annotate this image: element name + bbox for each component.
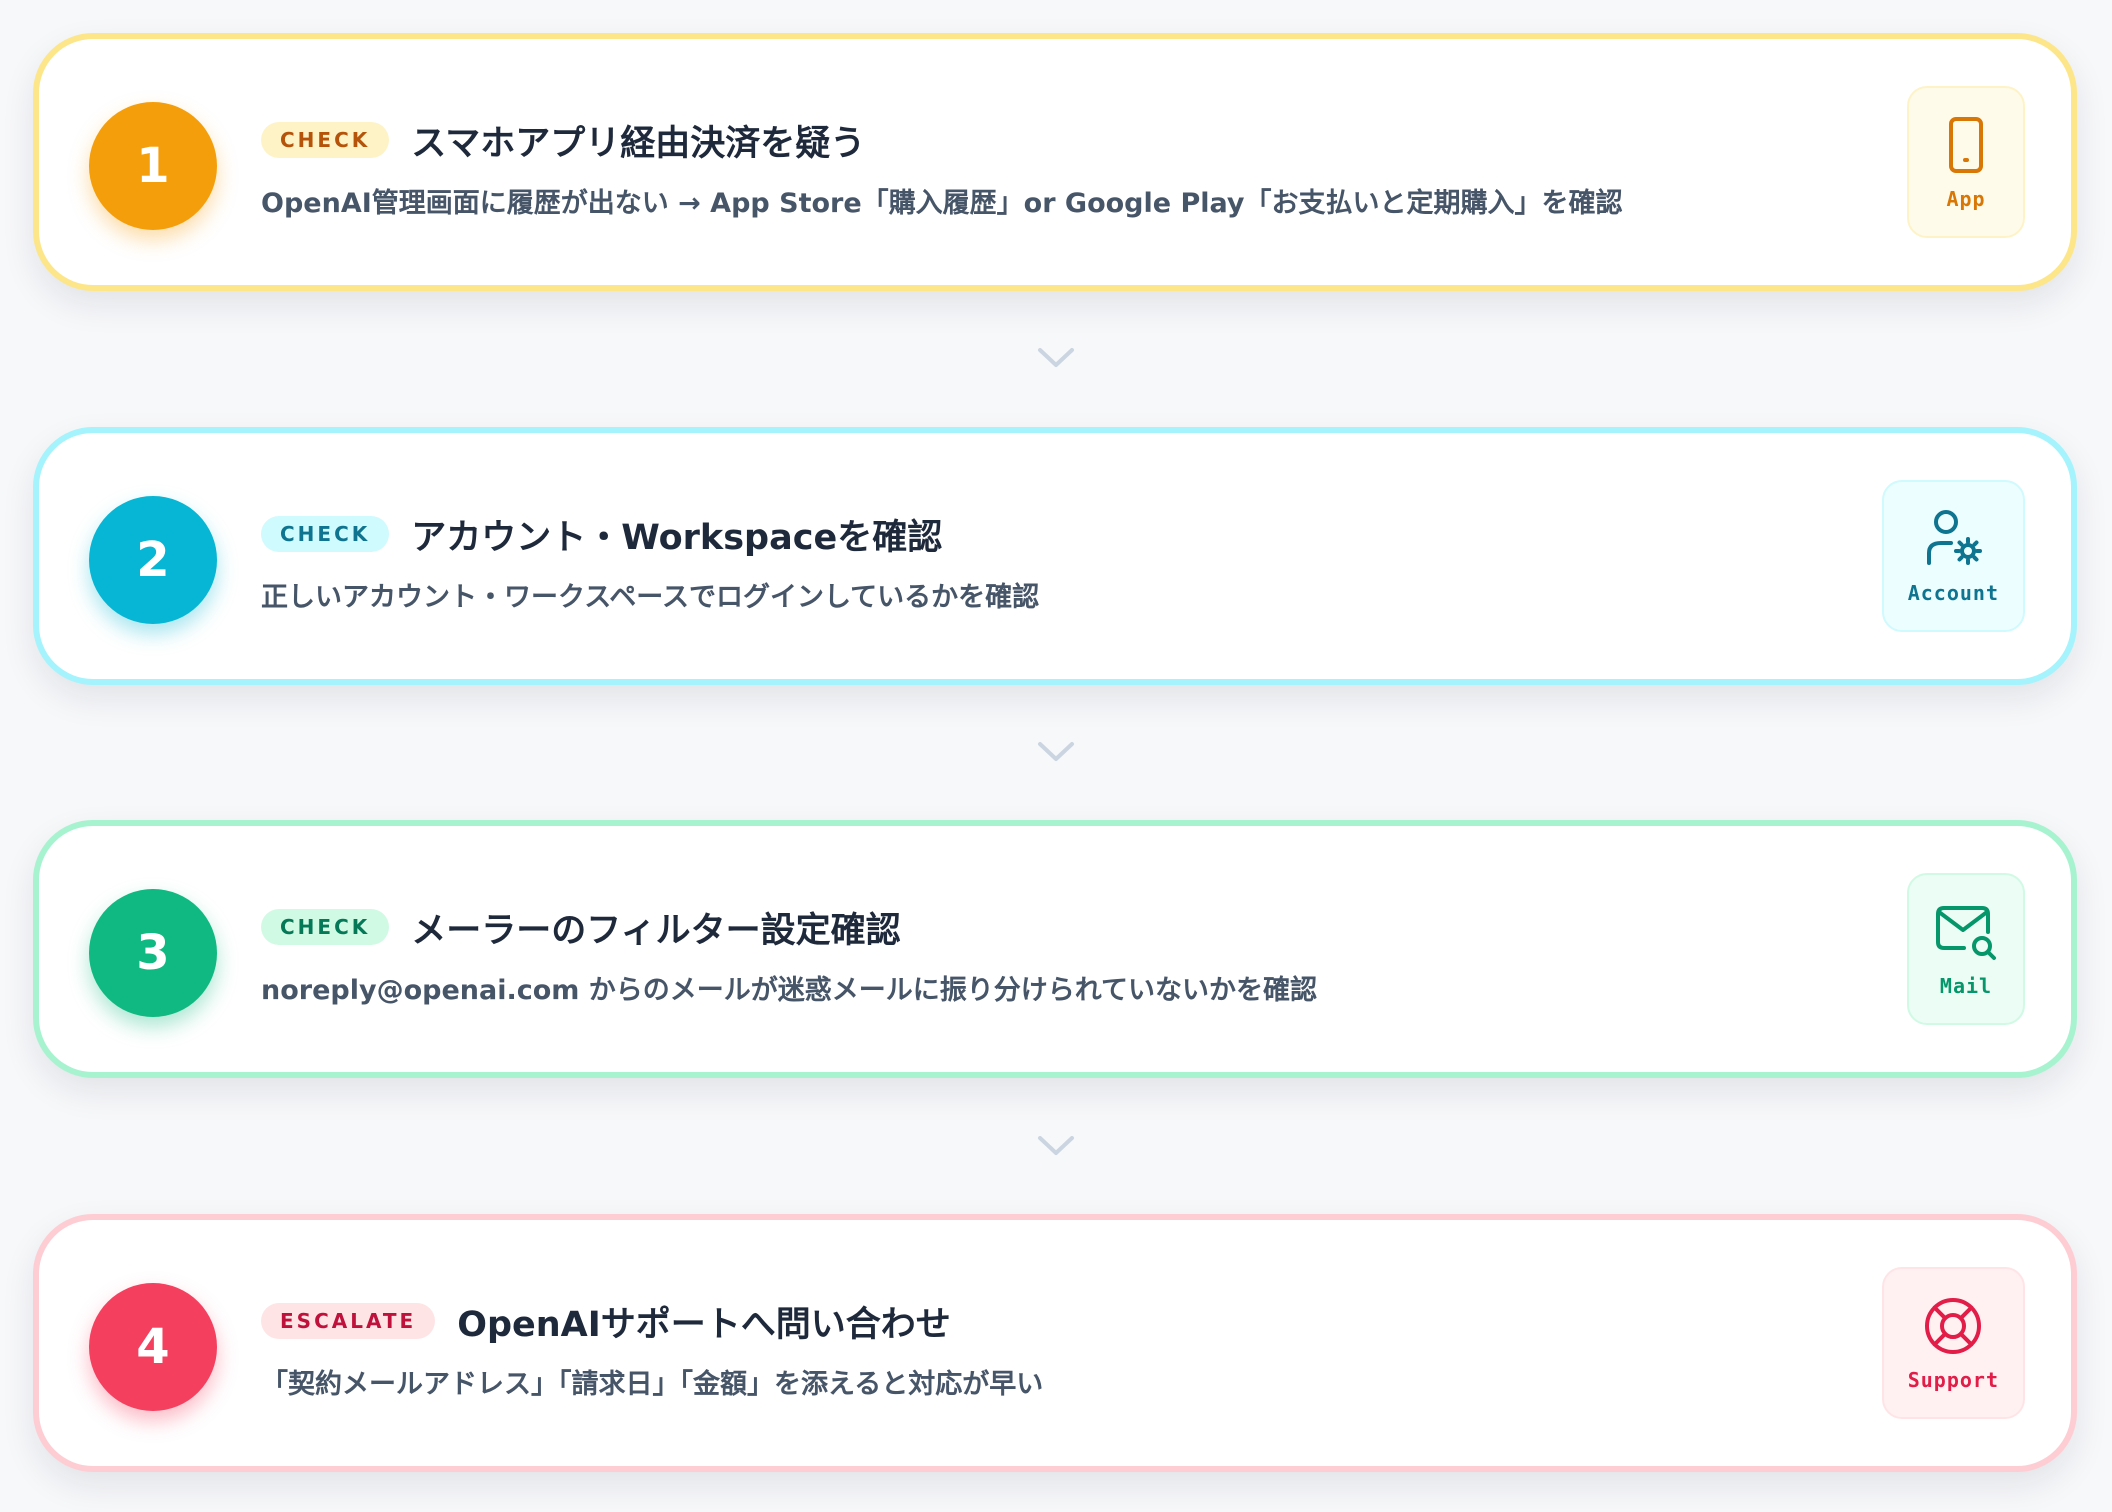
step-type-badge: CHECK [261,122,390,158]
step-title-row: CHECK メーラーのフィルター設定確認 [261,902,1831,952]
user-gear-icon [1927,510,1983,565]
step-text: ESCALATE OpenAIサポートへ問い合わせ 「契約メールアドレス」「請求… [261,1296,1831,1401]
step-title-row: CHECK スマホアプリ経由決済を疑う [261,115,1831,165]
troubleshooting-flow: 1 CHECK スマホアプリ経由決済を疑う OpenAI管理画面に履歴が出ない … [0,0,2112,1512]
step-title: アカウント・Workspaceを確認 [411,517,943,558]
chevron-connector [1036,740,1076,764]
step-title: スマホアプリ経由決済を疑う [411,123,866,164]
icon-label: Account [1907,581,1999,605]
mail-icon-tile: Mail [1907,873,2025,1025]
step-type-badge: CHECK [261,516,390,552]
step-card-4: 4 ESCALATE OpenAIサポートへ問い合わせ 「契約メールアドレス」「… [33,1214,2077,1472]
lifebuoy-icon [1925,1298,1982,1354]
step-title: メーラーのフィルター設定確認 [411,910,901,951]
step-title-row: ESCALATE OpenAIサポートへ問い合わせ [261,1296,1831,1346]
step-number-badge: 3 [89,889,217,1017]
step-number-badge: 1 [89,102,217,230]
step-number-badge: 2 [89,496,217,624]
icon-label: App [1946,187,1986,211]
step-type-badge: CHECK [261,909,390,945]
step-number-badge: 4 [89,1283,217,1411]
step-description: 「契約メールアドレス」「請求日」「金額」を添えると対応が早い [261,1369,1044,1400]
step-description: OpenAI管理画面に履歴が出ない → App Store「購入履歴」or Go… [261,188,1623,219]
step-type-badge: ESCALATE [261,1303,436,1339]
chevron-connector [1036,346,1076,370]
icon-label: Support [1907,1368,1999,1392]
step-description: noreply@openai.com からのメールが迷惑メールに振り分けられてい… [261,975,1317,1006]
account-icon-tile: Account [1881,480,2025,632]
step-text: CHECK アカウント・Workspaceを確認 正しいアカウント・ワークスペー… [261,509,1831,614]
smartphone-icon [1949,117,1983,173]
chevron-down-icon [1038,742,1074,761]
step-description: 正しいアカウント・ワークスペースでログインしているかを確認 [261,582,1040,613]
mail-search-icon [1936,906,1996,960]
step-title: OpenAIサポートへ問い合わせ [457,1304,951,1345]
icon-label: Mail [1939,974,1993,998]
chevron-connector [1036,1134,1076,1158]
app-icon-tile: App [1907,86,2025,238]
step-card-3: 3 CHECK メーラーのフィルター設定確認 noreply@openai.co… [33,820,2077,1078]
chevron-down-icon [1038,1136,1074,1155]
step-text: CHECK メーラーのフィルター設定確認 noreply@openai.com … [261,902,1831,1007]
step-text: CHECK スマホアプリ経由決済を疑う OpenAI管理画面に履歴が出ない → … [261,115,1831,220]
step-title-row: CHECK アカウント・Workspaceを確認 [261,509,1831,559]
chevron-down-icon [1038,348,1074,367]
step-card-1: 1 CHECK スマホアプリ経由決済を疑う OpenAI管理画面に履歴が出ない … [33,33,2077,291]
step-card-2: 2 CHECK アカウント・Workspaceを確認 正しいアカウント・ワークス… [33,427,2077,685]
support-icon-tile: Support [1881,1267,2025,1419]
